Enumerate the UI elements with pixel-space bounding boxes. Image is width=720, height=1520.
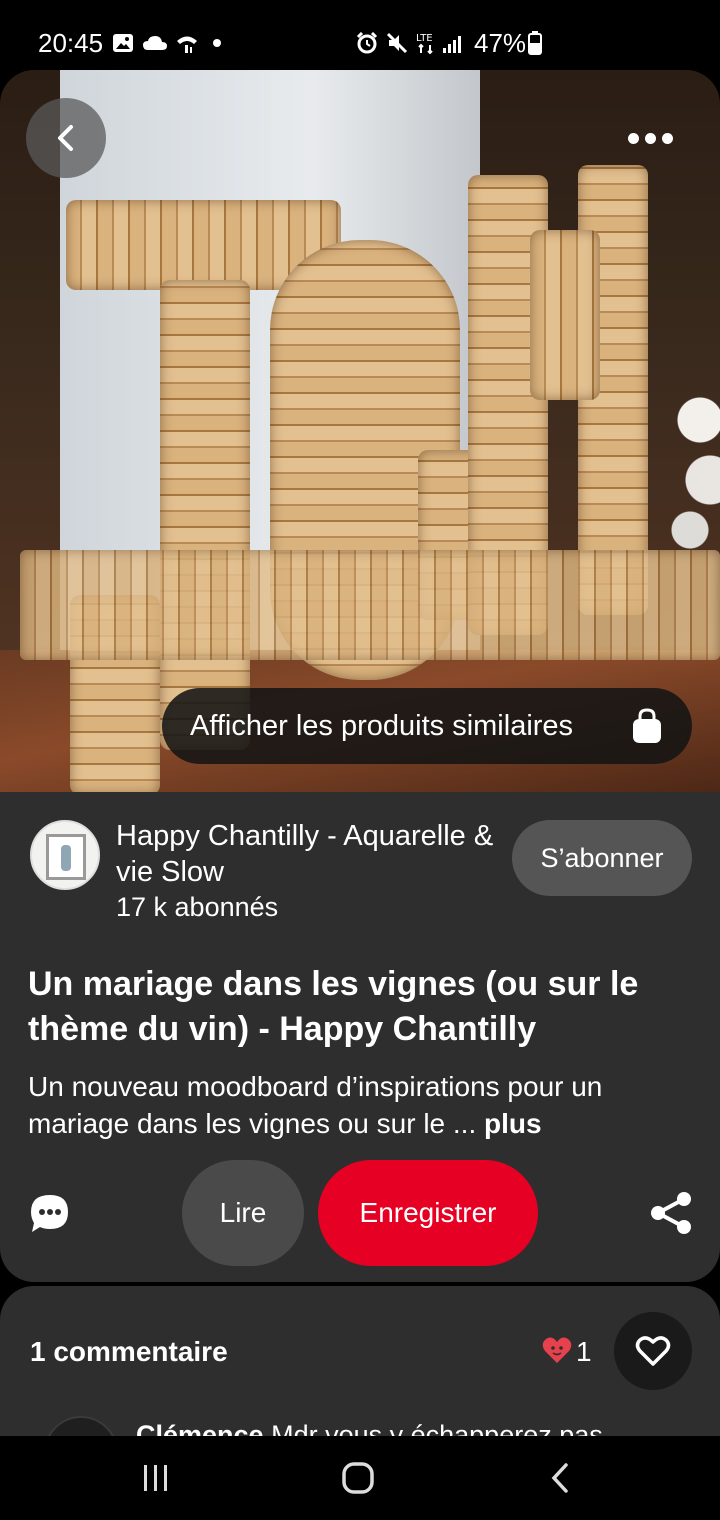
- similar-products-button[interactable]: Afficher les produits similaires: [162, 688, 692, 764]
- cork-letter-t-stem: [160, 280, 250, 750]
- more-dot: [661, 132, 673, 144]
- home-button[interactable]: [328, 1456, 388, 1500]
- svg-text:LTE: LTE: [416, 33, 433, 44]
- heart-face-reaction-icon: [542, 1337, 572, 1363]
- subscribe-button[interactable]: S’abonner: [512, 820, 692, 896]
- read-button[interactable]: Lire: [182, 1160, 304, 1266]
- gallery-icon: [112, 30, 134, 56]
- recent-apps-button[interactable]: [126, 1456, 186, 1500]
- back-arrow-icon: [551, 1463, 568, 1493]
- more-dot: [644, 132, 656, 144]
- status-time: 20:45: [38, 28, 104, 58]
- pin-description: Un nouveau moodboard d’inspirations pour…: [28, 1068, 698, 1142]
- avatar-figure: [61, 845, 71, 871]
- system-nav-bar: [0, 1436, 720, 1520]
- similar-products-label: Afficher les produits similaires: [190, 709, 574, 742]
- shopping-bag-icon: [633, 708, 661, 743]
- follower-count: 17 k abonnés: [116, 892, 279, 922]
- comments-count-title[interactable]: 1 commentaire: [30, 1336, 228, 1368]
- author-avatar[interactable]: [30, 820, 100, 890]
- more-options-button[interactable]: [610, 108, 690, 168]
- image-flowers: [670, 390, 720, 550]
- notification-dot-icon: [212, 30, 222, 56]
- pin-details-panel: Happy Chantilly - Aquarelle & vie Slow 1…: [0, 792, 720, 1282]
- wifi-icon: [176, 30, 198, 56]
- more-dots-icon: [627, 132, 639, 144]
- cork-base: [20, 550, 720, 660]
- cloud-icon: [142, 30, 168, 56]
- reaction-count: 1: [576, 1336, 592, 1367]
- heart-outline-icon: [635, 1336, 671, 1366]
- avatar-frame: [46, 834, 86, 880]
- alarm-icon: [356, 30, 378, 56]
- recent-apps-icon: [144, 1465, 167, 1491]
- pin-image[interactable]: [0, 70, 720, 792]
- status-bar: 20:45 LTE 47%: [0, 0, 720, 80]
- chevron-left-icon: [58, 125, 73, 151]
- save-button[interactable]: Enregistrer: [318, 1160, 538, 1266]
- more-link[interactable]: plus: [484, 1108, 542, 1139]
- back-button[interactable]: [26, 98, 106, 178]
- pin-title: Un mariage dans les vignes (ou sur le th…: [28, 965, 639, 1048]
- lte-icon: LTE: [416, 30, 438, 56]
- battery-icon: [528, 30, 542, 56]
- share-icon: [651, 1192, 691, 1234]
- share-button[interactable]: [648, 1190, 694, 1236]
- cork-letter-m-middle: [530, 230, 600, 400]
- signal-icon: [442, 30, 466, 56]
- back-nav-button[interactable]: [530, 1456, 590, 1500]
- comment-button[interactable]: [28, 1192, 72, 1236]
- home-icon: [342, 1462, 374, 1494]
- mute-icon: [386, 30, 408, 56]
- like-button[interactable]: [614, 1312, 692, 1390]
- comment-bubble-icon: [31, 1195, 68, 1232]
- battery-percent: 47%: [474, 28, 527, 58]
- author-name[interactable]: Happy Chantilly - Aquarelle & vie Slow: [116, 818, 496, 890]
